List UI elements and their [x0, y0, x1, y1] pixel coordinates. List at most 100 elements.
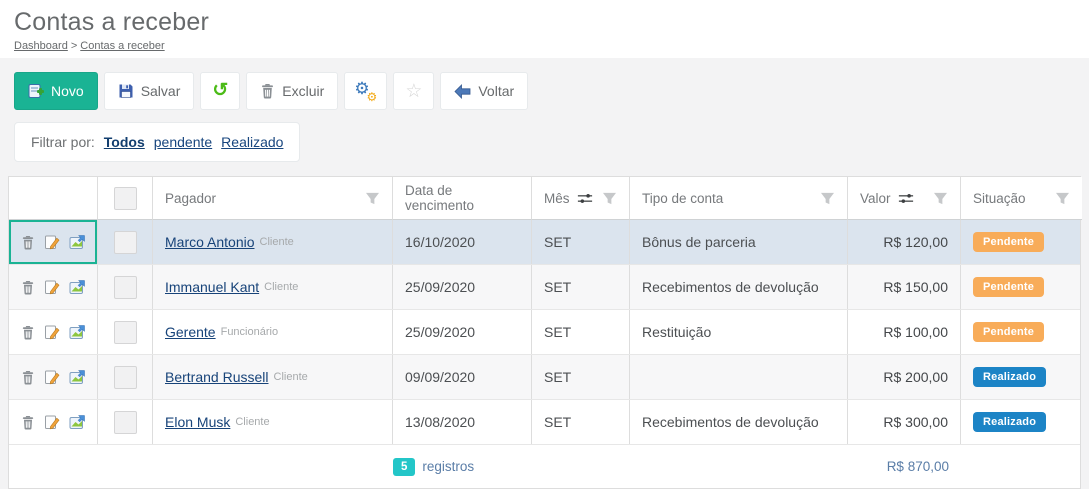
row-checkbox-cell [98, 220, 153, 264]
total-value: R$ 870,00 [886, 459, 949, 474]
open-record-icon[interactable] [69, 234, 86, 250]
row-checkbox-cell [98, 400, 153, 444]
form-plus-icon [28, 83, 44, 99]
arrow-left-icon [454, 83, 471, 99]
content-area: Novo Salvar ↺ Excluir ⚙ ⚙ ☆ Voltar Filtr… [0, 58, 1089, 489]
favorite-button[interactable]: ☆ [393, 72, 435, 110]
row-checkbox[interactable] [113, 365, 137, 389]
contas-table: Pagador Data de vencimento Mês Tipo de c… [8, 176, 1082, 489]
filter-funnel-icon[interactable] [820, 192, 835, 205]
open-record-icon[interactable] [69, 324, 86, 340]
records-count: 5 registros [393, 445, 630, 488]
breadcrumb-link-current[interactable]: Contas a receber [80, 40, 164, 52]
pagador-link[interactable]: Bertrand Russell [165, 369, 269, 385]
vencimento-cell: 25/09/2020 [393, 265, 532, 309]
records-count-badge: 5 [393, 457, 416, 476]
delete-row-icon[interactable] [21, 280, 35, 295]
pagador-link[interactable]: Gerente [165, 324, 216, 340]
pagador-cell: Gerente Funcionário [153, 310, 393, 354]
pagador-type-label: Cliente [235, 416, 270, 428]
pagador-link[interactable]: Elon Musk [165, 414, 230, 430]
situacao-cell: Realizado [961, 355, 1082, 399]
edit-row-icon[interactable] [44, 234, 60, 250]
pagador-link[interactable]: Immanuel Kant [165, 279, 259, 295]
delete-row-icon[interactable] [21, 415, 35, 430]
row-checkbox[interactable] [113, 275, 137, 299]
toolbar: Novo Salvar ↺ Excluir ⚙ ⚙ ☆ Voltar [0, 72, 1089, 110]
refresh-button[interactable]: ↺ [200, 72, 241, 110]
filter-funnel-icon[interactable] [365, 192, 380, 205]
voltar-button[interactable]: Voltar [440, 72, 529, 110]
edit-row-icon[interactable] [44, 279, 60, 295]
table-row[interactable]: Elon Musk Cliente 13/08/2020 SET Recebim… [9, 400, 1080, 445]
header-vencimento-label: Data de vencimento [405, 183, 475, 213]
row-checkbox[interactable] [113, 320, 137, 344]
settings-button[interactable]: ⚙ ⚙ [344, 72, 388, 110]
delete-row-icon[interactable] [21, 370, 35, 385]
filter-label: Filtrar por: [31, 134, 95, 150]
novo-button-label: Novo [51, 83, 84, 99]
delete-row-icon[interactable] [21, 235, 35, 250]
row-actions-cell [9, 265, 98, 309]
filter-funnel-icon[interactable] [1055, 192, 1070, 205]
filter-bar: Filtrar por: Todos pendente Realizado [14, 122, 301, 162]
status-badge: Realizado [973, 412, 1047, 432]
salvar-button[interactable]: Salvar [103, 72, 195, 110]
excluir-button[interactable]: Excluir [246, 72, 339, 110]
valor-cell: R$ 120,00 [848, 220, 961, 264]
table-row[interactable]: Gerente Funcionário 25/09/2020 SET Resti… [9, 310, 1080, 355]
breadcrumb-link-dashboard[interactable]: Dashboard [14, 40, 68, 52]
status-badge: Pendente [973, 277, 1045, 297]
row-checkbox-cell [98, 265, 153, 309]
filter-option-realizado[interactable]: Realizado [221, 134, 283, 150]
situacao-cell: Pendente [961, 265, 1082, 309]
status-badge: Pendente [973, 232, 1045, 252]
select-all-checkbox[interactable] [113, 186, 137, 210]
table-row[interactable]: Marco Antonio Cliente 16/10/2020 SET Bôn… [9, 220, 1080, 265]
vencimento-cell: 16/10/2020 [393, 220, 532, 264]
pagador-type-label: Cliente [273, 371, 308, 383]
situacao-cell: Realizado [961, 400, 1082, 444]
filter-funnel-icon[interactable] [933, 192, 948, 205]
tipo-conta-cell: Recebimentos de devolução [630, 400, 848, 444]
open-record-icon[interactable] [69, 279, 86, 295]
filter-option-pendente[interactable]: pendente [154, 134, 212, 150]
header-valor-label: Valor [860, 190, 891, 206]
table-row[interactable]: Immanuel Kant Cliente 25/09/2020 SET Rec… [9, 265, 1080, 310]
salvar-button-label: Salvar [140, 83, 181, 99]
delete-row-icon[interactable] [21, 325, 35, 340]
status-badge: Realizado [973, 367, 1047, 387]
filterbar-wrap: Filtrar por: Todos pendente Realizado [0, 110, 1089, 176]
tipo-conta-cell: Bônus de parceria [630, 220, 848, 264]
mes-cell: SET [532, 310, 630, 354]
header-pagador: Pagador [153, 177, 393, 220]
open-record-icon[interactable] [69, 414, 86, 430]
table-row[interactable]: Bertrand Russell Cliente 09/09/2020 SET … [9, 355, 1080, 400]
situacao-cell: Pendente [961, 310, 1082, 354]
filter-funnel-icon[interactable] [602, 192, 617, 205]
pagador-type-label: Cliente [264, 281, 299, 293]
records-count-label: registros [422, 459, 475, 474]
mes-cell: SET [532, 220, 630, 264]
sort-sliders-icon[interactable] [577, 192, 593, 205]
row-actions-cell [9, 400, 98, 444]
pagador-type-label: Funcionário [220, 326, 279, 338]
pagador-cell: Marco Antonio Cliente [153, 220, 393, 264]
sort-sliders-icon[interactable] [898, 192, 914, 205]
edit-row-icon[interactable] [44, 414, 60, 430]
header-checkbox-cell [98, 177, 153, 220]
novo-button[interactable]: Novo [14, 72, 98, 110]
open-record-icon[interactable] [69, 369, 86, 385]
edit-row-icon[interactable] [44, 369, 60, 385]
tipo-conta-cell: Recebimentos de devolução [630, 265, 848, 309]
pagador-link[interactable]: Marco Antonio [165, 234, 255, 250]
table-footer-row: 5 registros R$ 870,00 [9, 445, 1080, 488]
filter-option-todos[interactable]: Todos [104, 134, 145, 150]
header-actions [9, 177, 98, 220]
header-valor: Valor [848, 177, 961, 220]
row-checkbox[interactable] [113, 410, 137, 434]
header-vencimento: Data de vencimento [393, 177, 532, 220]
header-mes: Mês [532, 177, 630, 220]
row-checkbox[interactable] [113, 230, 137, 254]
edit-row-icon[interactable] [44, 324, 60, 340]
